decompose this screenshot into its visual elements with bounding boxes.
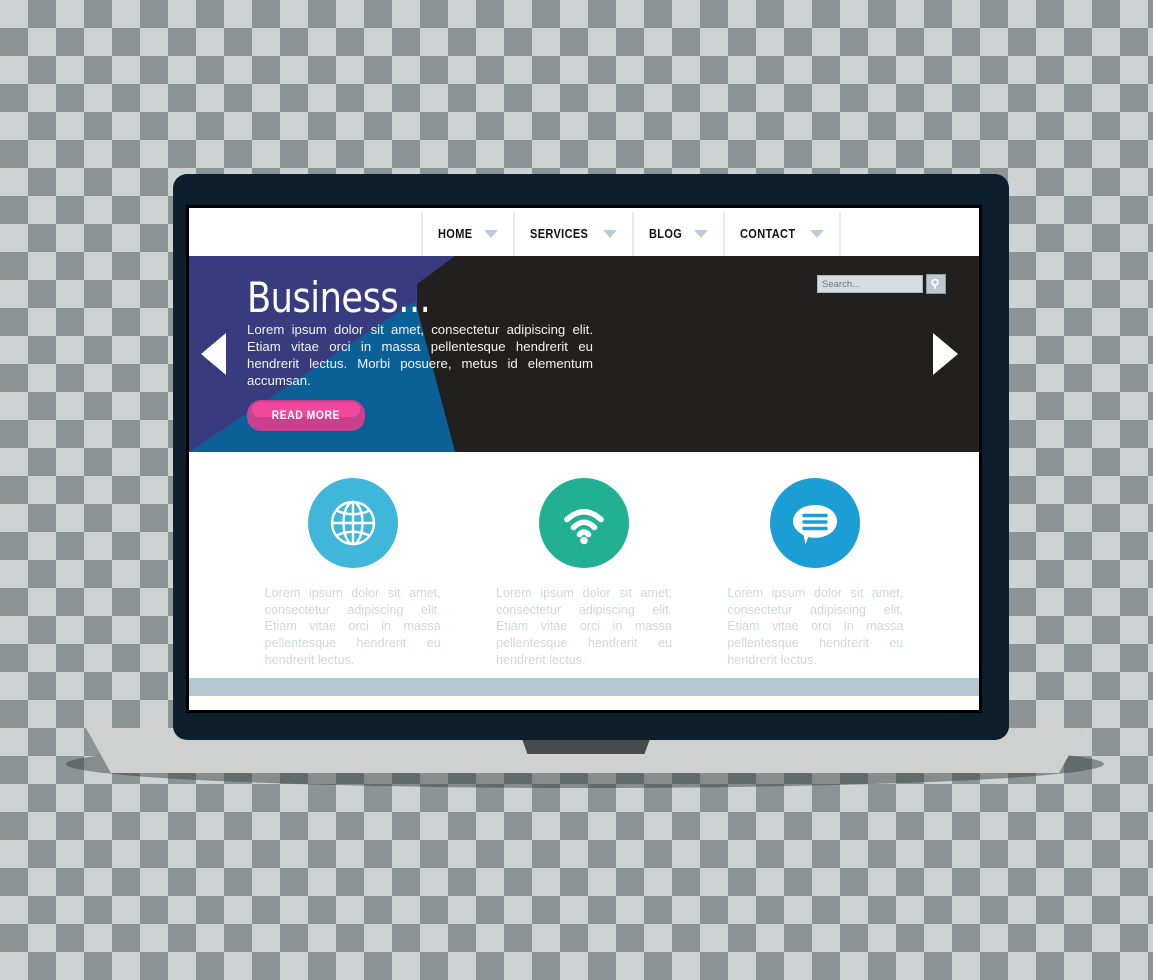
magnifier-icon — [931, 278, 939, 289]
nav-item-label: SERVICES — [530, 227, 589, 241]
chevron-down-icon — [603, 230, 618, 238]
chat-bubble-icon — [793, 505, 838, 545]
site-header: HOME SERVICES BLOG CONTACT — [189, 208, 979, 256]
footer-bottom-strip — [189, 696, 979, 710]
feature-text: Lorem ipsum dolor sit amet, consectetur … — [727, 586, 904, 667]
search-input[interactable] — [817, 275, 923, 293]
wifi-icon — [564, 508, 604, 545]
feature-column-globe: Lorem ipsum dolor sit amet, consectetur … — [237, 478, 468, 682]
features-section: Lorem ipsum dolor sit amet, consectetur … — [189, 452, 979, 682]
feature-text: Lorem ipsum dolor sit amet, consectetur … — [264, 586, 441, 667]
chevron-down-icon — [810, 230, 825, 238]
globe-icon — [330, 500, 375, 546]
feature-icon-button-wifi[interactable] — [538, 478, 629, 568]
hero-banner: Business... Lorem ipsum dolor sit amet, … — [189, 256, 979, 452]
feature-column-chat: Lorem ipsum dolor sit amet, consectetur … — [700, 478, 931, 682]
canvas-transparent-background: HOME SERVICES BLOG CONTACT Search... Bus… — [0, 0, 1153, 980]
search-box — [817, 274, 946, 294]
nav-item-blog[interactable]: BLOG — [632, 212, 723, 256]
laptop-screen-bezel: HOME SERVICES BLOG CONTACT Search... Bus… — [186, 205, 982, 713]
read-more-button[interactable]: READ MORE — [247, 400, 365, 432]
hero-title: Business... — [247, 273, 431, 322]
nav-item-label: HOME — [438, 227, 473, 241]
nav-item-label: CONTACT — [740, 227, 796, 241]
chevron-down-icon — [694, 230, 709, 238]
arrow-left-icon[interactable] — [201, 333, 226, 375]
website-screen: HOME SERVICES BLOG CONTACT Search... Bus… — [189, 208, 979, 710]
footer-bar — [189, 678, 979, 696]
feature-column-wifi: Lorem ipsum dolor sit amet, consectetur … — [468, 478, 699, 682]
arrow-right-icon[interactable] — [933, 333, 958, 375]
nav-item-home[interactable]: HOME — [421, 212, 513, 256]
hero-paragraph: Lorem ipsum dolor sit amet, consectetur … — [247, 321, 593, 388]
feature-icon-button-chat[interactable] — [770, 478, 861, 568]
feature-icon-button-globe[interactable] — [307, 478, 398, 568]
nav-item-services[interactable]: SERVICES — [513, 212, 632, 256]
search-button[interactable] — [926, 274, 946, 294]
chevron-down-icon — [484, 230, 499, 238]
feature-text: Lorem ipsum dolor sit amet, consectetur … — [495, 586, 672, 667]
hero-content: Business... Lorem ipsum dolor sit amet, … — [247, 273, 593, 436]
read-more-label: READ MORE — [271, 410, 340, 423]
nav-item-contact[interactable]: CONTACT — [723, 212, 842, 256]
nav-item-label: BLOG — [649, 227, 683, 241]
